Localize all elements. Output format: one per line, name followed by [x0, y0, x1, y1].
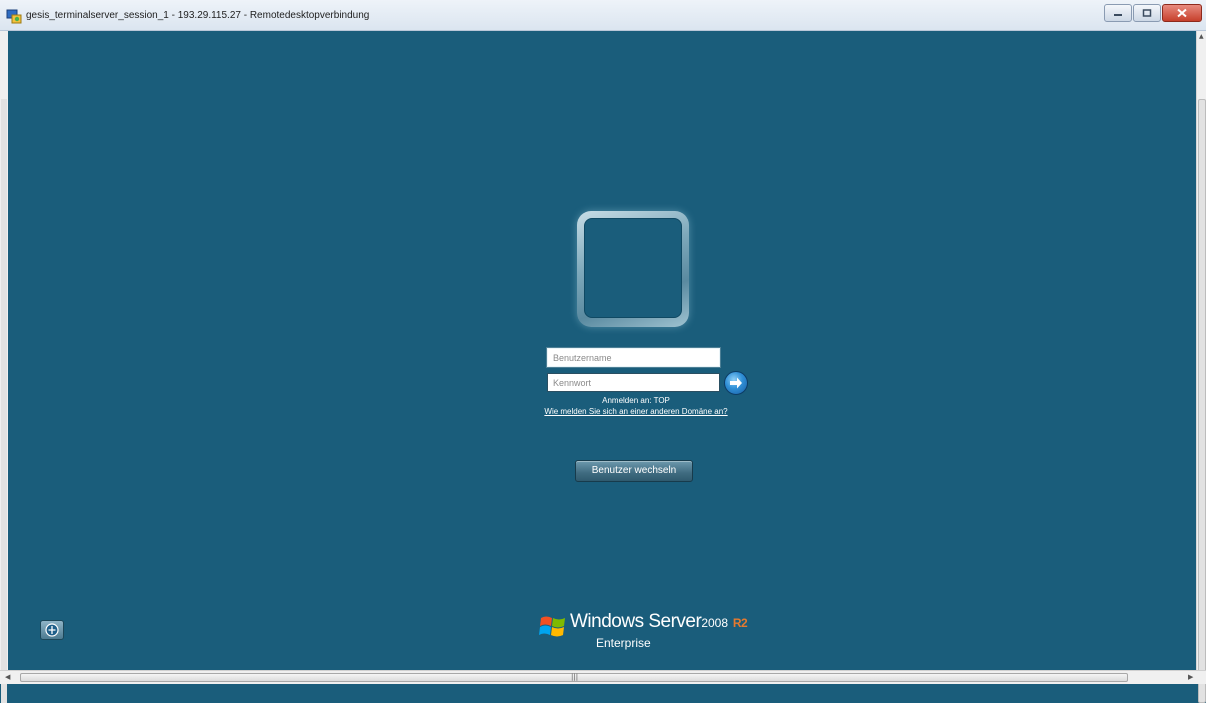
maximize-button[interactable] [1133, 4, 1161, 22]
product-edition: Enterprise [596, 636, 651, 650]
minimize-icon [1114, 14, 1122, 16]
close-icon [1177, 8, 1187, 18]
scroll-left-icon[interactable]: ◀ [5, 673, 10, 681]
close-button[interactable] [1162, 4, 1202, 22]
submit-arrow-button[interactable] [724, 371, 748, 395]
vertical-scroll-thumb[interactable] [1198, 99, 1206, 703]
product-label: Windows Server [570, 611, 702, 632]
windows-server-branding: Windows Server2008 R2 Enterprise [538, 610, 758, 654]
password-input[interactable] [547, 373, 720, 392]
title-bar: gesis_terminalserver_session_1 - 193.29.… [0, 0, 1206, 31]
minimize-button[interactable] [1104, 4, 1132, 22]
scroll-right-icon[interactable]: ▶ [1188, 673, 1193, 681]
user-tile [577, 211, 689, 327]
scroll-grip-icon: ||| [571, 673, 579, 681]
windows-flag-icon [539, 616, 565, 637]
switch-user-button[interactable]: Benutzer wechseln [575, 460, 693, 482]
horizontal-scroll-thumb[interactable]: ||| [20, 673, 1128, 682]
user-tile-icon [584, 218, 682, 318]
rdp-app-icon [6, 9, 22, 24]
scroll-up-icon[interactable]: ▲ [1199, 33, 1204, 40]
logon-domain-text: Anmelden an: TOP [602, 396, 670, 405]
ease-of-access-icon [45, 623, 59, 637]
window-title: gesis_terminalserver_session_1 - 193.29.… [26, 10, 370, 21]
ease-of-access-button[interactable] [40, 620, 64, 640]
maximize-icon [1142, 9, 1152, 17]
window-controls [1103, 4, 1202, 22]
other-domain-link[interactable]: Wie melden Sie sich an einer anderen Dom… [520, 407, 752, 416]
product-name: Windows Server2008 R2 [570, 611, 748, 633]
username-input[interactable] [547, 348, 720, 367]
product-release: R2 [732, 616, 748, 630]
left-strip-thumb [1, 99, 7, 703]
product-version: 2008 [701, 616, 729, 630]
horizontal-scrollbar[interactable]: ◀ ||| ▶ [0, 670, 1206, 684]
vertical-scrollbar[interactable]: ▲ [1196, 31, 1206, 703]
arrow-right-icon [730, 377, 742, 389]
